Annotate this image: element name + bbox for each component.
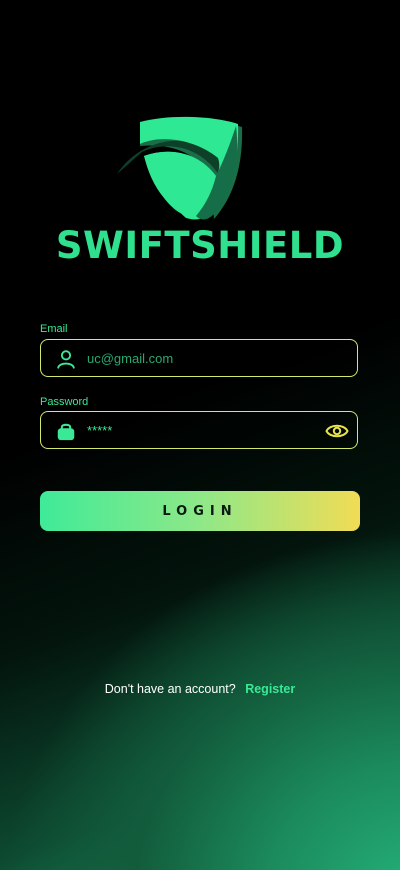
password-field-container bbox=[40, 411, 358, 449]
user-icon bbox=[57, 350, 75, 369]
email-field-container bbox=[40, 339, 358, 377]
register-prompt: Don't have an account? Register bbox=[0, 682, 400, 696]
register-link[interactable]: Register bbox=[245, 682, 295, 696]
password-label: Password bbox=[40, 396, 89, 408]
shield-logo bbox=[117, 116, 243, 220]
eye-icon[interactable] bbox=[325, 419, 349, 443]
email-input[interactable] bbox=[87, 340, 307, 376]
password-input[interactable] bbox=[87, 412, 307, 448]
lock-icon bbox=[57, 423, 75, 441]
login-button[interactable]: LOGIN bbox=[40, 491, 360, 531]
email-label: Email bbox=[40, 323, 68, 335]
brand-name: SWIFTSHIELD bbox=[55, 224, 345, 267]
no-account-text: Don't have an account? bbox=[104, 682, 236, 696]
